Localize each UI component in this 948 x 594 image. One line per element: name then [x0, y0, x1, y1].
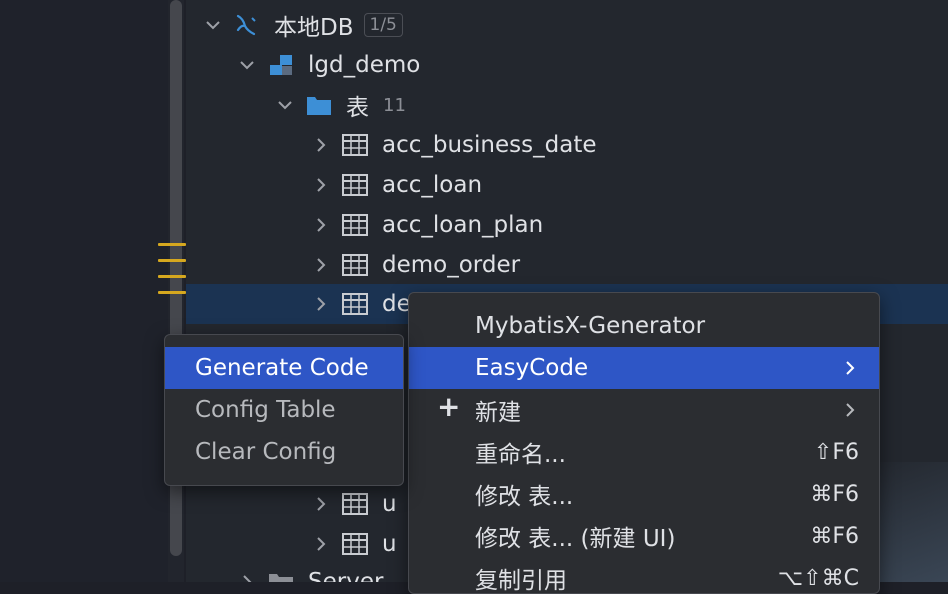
table-icon	[340, 491, 370, 517]
menu-item-shortcut: ⇧F6	[813, 439, 859, 465]
tables-folder-label: 表	[346, 95, 369, 121]
datasource-label: 本地DB	[274, 15, 354, 41]
menu-item-shortcut: ⌘F6	[810, 523, 859, 549]
table-row[interactable]: acc_business_date	[186, 125, 948, 165]
menu-item-modify-table-new-ui[interactable]: 修改 表... (新建 UI) ⌘F6	[409, 515, 879, 557]
chevron-down-icon[interactable]	[202, 14, 224, 36]
table-name: de	[382, 291, 411, 317]
chevron-right-icon[interactable]	[310, 493, 332, 515]
submenu-item-config-table[interactable]: Config Table	[165, 389, 403, 431]
table-name: demo_order	[382, 252, 521, 278]
chevron-right-icon[interactable]	[310, 174, 332, 196]
chevron-down-icon[interactable]	[274, 94, 296, 116]
schema-label: lgd_demo	[308, 52, 421, 78]
menu-item-modify-table[interactable]: 修改 表... ⌘F6	[409, 473, 879, 515]
table-row[interactable]: acc_loan_plan	[186, 205, 948, 245]
table-icon	[340, 291, 370, 317]
table-name: u	[382, 491, 397, 517]
menu-item-label: 新建	[475, 400, 521, 426]
menu-item-label: Generate Code	[195, 355, 369, 381]
chevron-right-icon[interactable]	[310, 134, 332, 156]
chevron-right-icon[interactable]	[310, 533, 332, 555]
menu-item-easycode[interactable]: EasyCode	[409, 347, 879, 389]
menu-item-label: Config Table	[195, 397, 336, 423]
chevron-down-icon[interactable]	[236, 54, 258, 76]
table-icon	[340, 531, 370, 557]
folder-icon	[304, 92, 334, 118]
table-name: acc_business_date	[382, 132, 597, 158]
server-label: Server	[308, 569, 384, 582]
submenu-item-clear-config[interactable]: Clear Config	[165, 431, 403, 473]
chevron-right-icon[interactable]	[310, 293, 332, 315]
menu-item-label: EasyCode	[475, 355, 589, 381]
menu-item-shortcut: ⌘F6	[810, 481, 859, 507]
tree-row-schema[interactable]: lgd_demo	[186, 45, 948, 85]
context-menu: MybatisX-Generator EasyCode + 新建 重命名... …	[408, 292, 880, 594]
table-row[interactable]: demo_order	[186, 245, 948, 285]
menu-item-copy-reference[interactable]: 复制引用 ⌥⇧⌘C	[409, 557, 879, 594]
chevron-right-icon[interactable]	[236, 571, 258, 582]
folder-icon	[266, 569, 296, 582]
tree-row-datasource[interactable]: 本地DB 1/5	[186, 5, 948, 45]
menu-item-label: 复制引用	[475, 568, 567, 594]
table-icon	[340, 212, 370, 238]
menu-item-new[interactable]: + 新建	[409, 389, 879, 431]
tables-count: 11	[383, 94, 406, 116]
table-name: acc_loan_plan	[382, 212, 544, 238]
gutter-marker-icon	[158, 243, 188, 299]
plus-icon: +	[437, 390, 461, 423]
chevron-right-icon[interactable]	[310, 254, 332, 276]
menu-item-label: MybatisX-Generator	[475, 313, 706, 339]
chevron-right-icon	[841, 401, 859, 419]
menu-item-mybatisx-generator[interactable]: MybatisX-Generator	[409, 305, 879, 347]
submenu-item-generate-code[interactable]: Generate Code	[165, 347, 403, 389]
menu-item-label: 重命名...	[475, 442, 566, 468]
chevron-right-icon	[841, 359, 859, 377]
table-row[interactable]: acc_loan	[186, 165, 948, 205]
menu-item-label: Clear Config	[195, 439, 337, 465]
mysql-dolphin-icon	[232, 12, 262, 38]
menu-item-label: 修改 表... (新建 UI)	[475, 526, 676, 552]
menu-item-shortcut: ⌥⇧⌘C	[777, 565, 859, 591]
menu-item-rename[interactable]: 重命名... ⇧F6	[409, 431, 879, 473]
menu-item-label: 修改 表...	[475, 484, 574, 510]
left-editor-pane	[0, 0, 168, 582]
table-icon	[340, 172, 370, 198]
table-icon	[340, 252, 370, 278]
datasource-badge: 1/5	[363, 13, 403, 37]
table-name: u	[382, 531, 397, 557]
tree-row-tables-folder[interactable]: 表 11	[186, 85, 948, 125]
easycode-submenu: Generate Code Config Table Clear Config	[164, 334, 404, 486]
schema-icon	[266, 52, 296, 78]
table-name: acc_loan	[382, 172, 483, 198]
table-icon	[340, 132, 370, 158]
chevron-right-icon[interactable]	[310, 214, 332, 236]
